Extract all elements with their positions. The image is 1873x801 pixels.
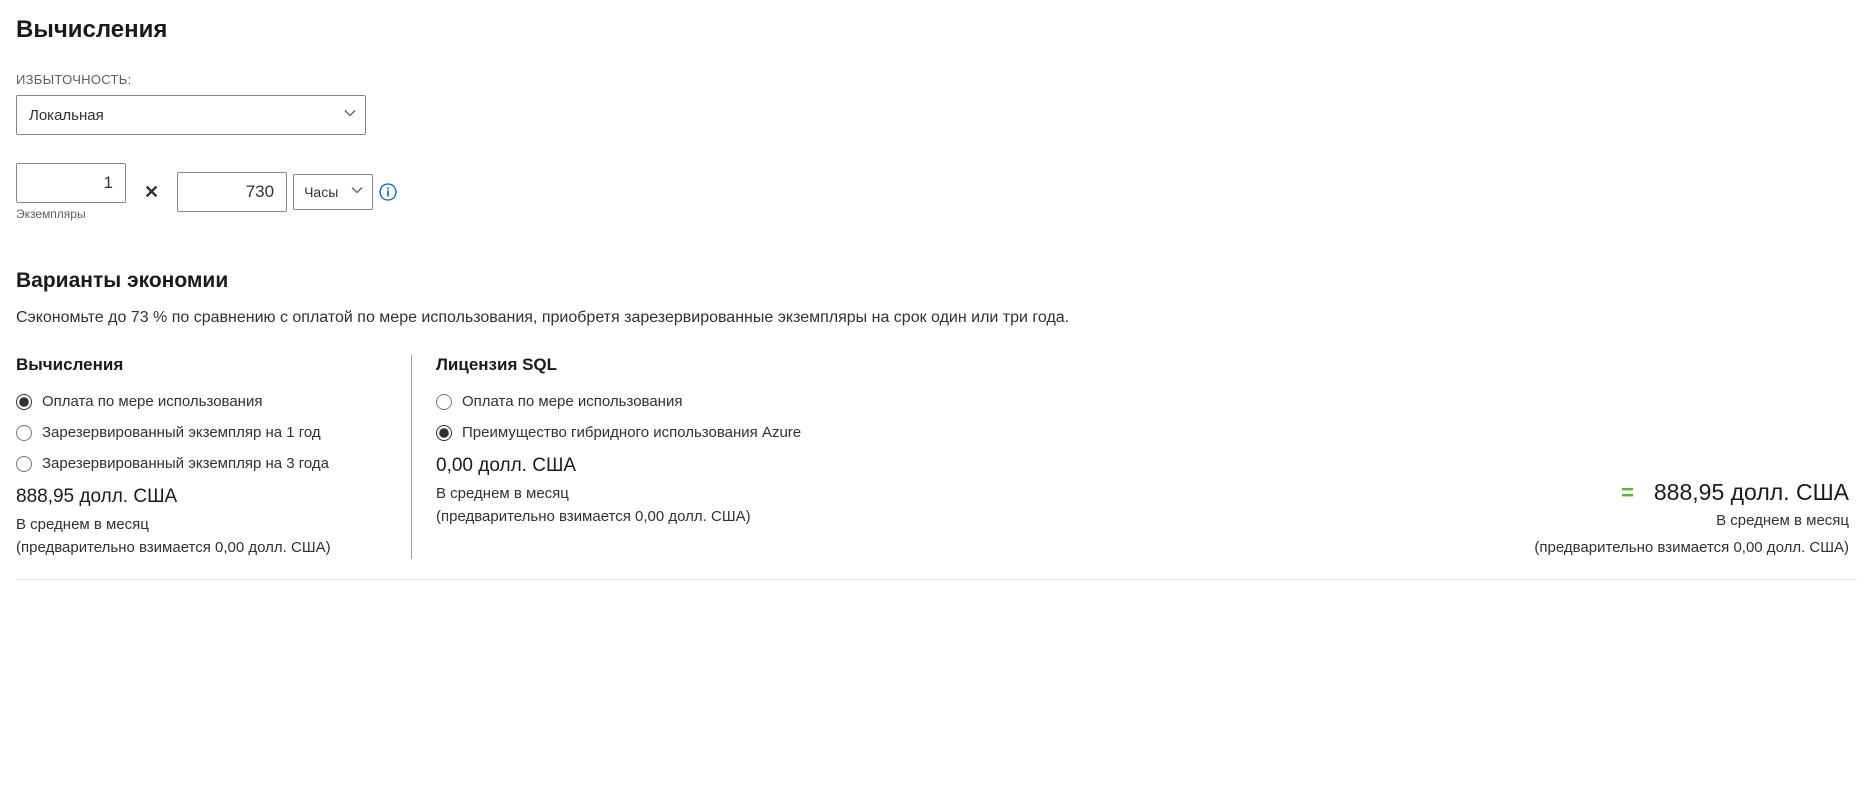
total-upfront: (предварительно взимается 0,00 долл. США…: [1534, 537, 1849, 560]
sql-option-hybrid[interactable]: Преимущество гибридного использования Az…: [436, 424, 817, 441]
duration-unit-wrap: Часы: [293, 174, 373, 210]
info-icon[interactable]: [379, 183, 397, 201]
compute-upfront: (предварительно взимается 0,00 долл. США…: [16, 537, 387, 560]
instances-block: Экземпляры: [16, 163, 126, 221]
compute-option-label: Зарезервированный экземпляр на 3 года: [42, 455, 329, 472]
total-price: 888,95 долл. США: [1654, 479, 1849, 506]
compute-avg: В среднем в месяц: [16, 514, 387, 537]
instances-input[interactable]: [16, 163, 126, 203]
compute-option-payg[interactable]: Оплата по мере использования: [16, 393, 387, 410]
duration-group: Часы: [177, 172, 397, 212]
compute-radio-3yr[interactable]: [16, 456, 32, 472]
savings-description: Сэкономьте до 73 % по сравнению с оплато…: [16, 309, 1857, 327]
instances-duration-row: Экземпляры ✕ Часы: [16, 163, 1857, 221]
sql-column-title: Лицензия SQL: [436, 355, 817, 375]
duration-input[interactable]: [177, 172, 287, 212]
redundancy-select-wrap: Локальная: [16, 95, 366, 135]
sql-price: 0,00 долл. США: [436, 455, 817, 477]
sql-upfront: (предварительно взимается 0,00 долл. США…: [436, 506, 817, 529]
compute-option-label: Оплата по мере использования: [42, 393, 262, 410]
redundancy-select[interactable]: Локальная: [16, 95, 366, 135]
compute-option-3yr[interactable]: Зарезервированный экземпляр на 3 года: [16, 455, 387, 472]
sql-option-label: Преимущество гибридного использования Az…: [462, 424, 801, 441]
total-row: = 888,95 долл. США: [1621, 479, 1849, 506]
compute-column-title: Вычисления: [16, 355, 387, 375]
compute-radio-payg[interactable]: [16, 394, 32, 410]
multiply-icon: ✕: [144, 182, 159, 203]
savings-options-row: Вычисления Оплата по мере использования …: [16, 355, 1857, 580]
equals-icon: =: [1621, 480, 1634, 506]
instances-sublabel: Экземпляры: [16, 207, 126, 221]
total-avg: В среднем в месяц: [1716, 510, 1849, 533]
sql-option-label: Оплата по мере использования: [462, 393, 682, 410]
compute-radio-1yr[interactable]: [16, 425, 32, 441]
sql-radio-payg[interactable]: [436, 394, 452, 410]
compute-section-title: Вычисления: [16, 16, 1857, 44]
compute-option-1yr[interactable]: Зарезервированный экземпляр на 1 год: [16, 424, 387, 441]
duration-unit-select[interactable]: Часы: [293, 174, 373, 210]
savings-title: Варианты экономии: [16, 269, 1857, 293]
total-column: = 888,95 долл. США В среднем в месяц (пр…: [841, 355, 1857, 559]
sql-radio-hybrid[interactable]: [436, 425, 452, 441]
compute-option-label: Зарезервированный экземпляр на 1 год: [42, 424, 321, 441]
compute-options-column: Вычисления Оплата по мере использования …: [16, 355, 411, 559]
redundancy-label: ИЗБЫТОЧНОСТЬ:: [16, 72, 1857, 87]
sql-option-payg[interactable]: Оплата по мере использования: [436, 393, 817, 410]
sql-options-column: Лицензия SQL Оплата по мере использовани…: [411, 355, 841, 559]
sql-avg: В среднем в месяц: [436, 483, 817, 506]
compute-price: 888,95 долл. США: [16, 486, 387, 508]
